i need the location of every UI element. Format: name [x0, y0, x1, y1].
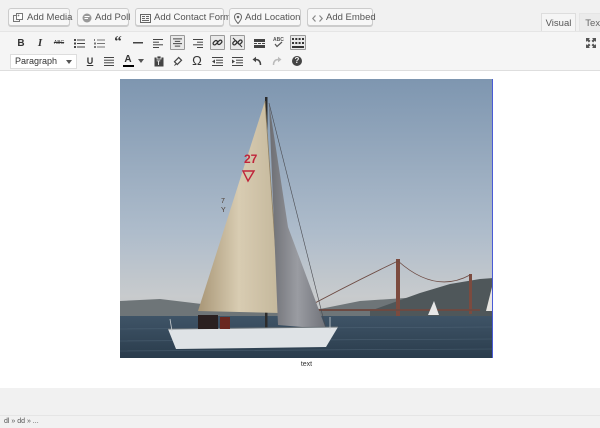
- clipboard-icon: T: [154, 55, 164, 67]
- bullet-list-icon: [73, 38, 85, 48]
- align-center-icon: [173, 38, 182, 47]
- tab-text[interactable]: Text: [579, 13, 600, 32]
- read-more-button[interactable]: [252, 36, 266, 50]
- svg-text:T: T: [157, 61, 161, 67]
- sailboat-photo[interactable]: 27 7 Y: [120, 79, 493, 358]
- indent-button[interactable]: [230, 54, 244, 68]
- help-icon: ?: [292, 56, 302, 66]
- kitchen-sink-icon: [292, 37, 304, 48]
- format-select[interactable]: Paragraph: [10, 54, 77, 69]
- svg-text:Y: Y: [221, 207, 226, 214]
- link-icon: [212, 39, 223, 46]
- text-color-label: A: [122, 54, 134, 67]
- help-button[interactable]: ?: [290, 54, 304, 68]
- align-center-button[interactable]: [170, 35, 185, 50]
- editor-toolbar: B I ABC “ ABC Paragraph U A T Ω ?: [0, 32, 600, 71]
- special-character-button[interactable]: Ω: [190, 53, 204, 68]
- insert-link-button[interactable]: [210, 35, 225, 50]
- justify-icon: [104, 56, 114, 66]
- poll-icon: [82, 13, 92, 23]
- outdent-icon: [211, 56, 223, 66]
- svg-text:7: 7: [221, 198, 225, 205]
- horizontal-line-button[interactable]: [131, 36, 145, 50]
- bold-button[interactable]: B: [14, 36, 28, 50]
- tab-visual[interactable]: Visual: [541, 13, 576, 32]
- svg-text:27: 27: [244, 152, 258, 166]
- add-embed-label: Add Embed: [326, 12, 376, 23]
- justify-button[interactable]: [102, 54, 116, 68]
- media-icon: [13, 13, 24, 23]
- add-location-button[interactable]: Add Location: [229, 8, 301, 26]
- align-right-button[interactable]: [191, 36, 205, 50]
- numbered-list-icon: [93, 38, 105, 48]
- unlink-icon: [232, 37, 243, 48]
- media-buttons-bar: Add Media Add Poll Add Contact Form Add …: [0, 0, 600, 32]
- location-pin-icon: [234, 12, 242, 24]
- add-contact-form-label: Add Contact Form: [154, 12, 232, 23]
- image-caption[interactable]: text: [120, 361, 493, 368]
- add-media-button[interactable]: Add Media: [8, 8, 73, 26]
- outdent-button[interactable]: [210, 54, 224, 68]
- eraser-icon: [173, 56, 182, 66]
- read-more-icon: [253, 38, 265, 48]
- format-select-value: Paragraph: [15, 56, 58, 66]
- add-poll-label: Add Poll: [95, 12, 131, 23]
- undo-button[interactable]: [250, 54, 264, 68]
- svg-text:ABC: ABC: [273, 37, 284, 43]
- spellcheck-button[interactable]: ABC: [271, 35, 285, 49]
- spellcheck-icon: ABC: [273, 37, 284, 48]
- add-embed-button[interactable]: Add Embed: [307, 8, 376, 26]
- fullscreen-icon: [586, 38, 596, 48]
- clear-formatting-button[interactable]: [171, 54, 185, 68]
- remove-link-button[interactable]: [230, 35, 245, 50]
- italic-button[interactable]: I: [33, 36, 47, 50]
- bullet-list-button[interactable]: [72, 36, 86, 50]
- embed-code-icon: [312, 14, 323, 23]
- add-media-label: Add Media: [27, 12, 73, 23]
- status-path: dl » dd » ...: [0, 415, 600, 428]
- align-right-icon: [193, 38, 203, 48]
- fullscreen-button[interactable]: [584, 36, 598, 50]
- editor: B I ABC “ ABC Paragraph U A T Ω ? 27 7 Y…: [0, 31, 600, 425]
- align-left-icon: [153, 38, 163, 48]
- paste-as-text-button[interactable]: T: [152, 54, 166, 68]
- contact-form-icon: [140, 13, 151, 23]
- chevron-down-icon: [66, 60, 72, 64]
- underline-button[interactable]: U: [83, 54, 97, 68]
- horizontal-line-icon: [133, 42, 143, 44]
- numbered-list-button[interactable]: [92, 36, 106, 50]
- align-left-button[interactable]: [151, 36, 165, 50]
- text-color-button[interactable]: A: [121, 54, 145, 68]
- blockquote-button[interactable]: “: [111, 34, 125, 50]
- chevron-down-icon: [137, 59, 144, 63]
- add-contact-form-button[interactable]: Add Contact Form: [135, 8, 231, 26]
- undo-icon: [252, 56, 262, 66]
- toolbar-toggle-button[interactable]: [290, 35, 306, 50]
- indent-icon: [231, 56, 243, 66]
- sailboat-image: 27 7 Y: [120, 79, 492, 358]
- redo-icon: [272, 56, 282, 66]
- redo-button[interactable]: [270, 54, 284, 68]
- add-location-label: Add Location: [245, 12, 301, 23]
- editor-content[interactable]: 27 7 Y text dl » dd » ...: [0, 71, 600, 425]
- strikethrough-button[interactable]: ABC: [52, 36, 66, 50]
- add-poll-button[interactable]: Add Poll: [77, 8, 131, 26]
